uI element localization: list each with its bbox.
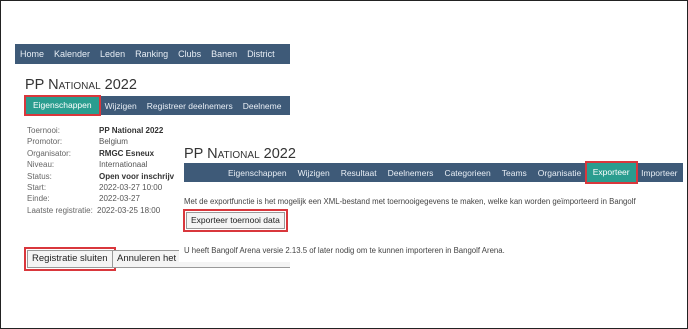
nav-ranking[interactable]: Ranking — [130, 49, 173, 59]
tab-deelnemers[interactable]: Deelnemers — [382, 168, 439, 178]
property-value: Open voor inschrijv — [99, 171, 175, 181]
property-value: RMGC Esneux — [99, 148, 155, 158]
property-row: Laatste registratie: 2022-03-25 18:00 — [27, 206, 174, 217]
properties-list: Toernooi: PP National 2022 Promotor: Belgi… — [27, 126, 174, 217]
property-key: Einde: — [27, 194, 50, 204]
tab-importeer[interactable]: Importeer — [636, 168, 683, 178]
tab-registreer-deelnemers[interactable]: Registreer deelnemers — [142, 101, 238, 111]
tab-teams[interactable]: Teams — [496, 168, 532, 178]
export-tournament-data-button[interactable]: Exporteer toernooi data — [183, 209, 288, 232]
title-prefix: PP — [184, 146, 208, 162]
nav-leden[interactable]: Leden — [95, 49, 130, 59]
property-key: Organisator: — [27, 148, 72, 158]
property-value: PP National 2022 — [99, 126, 164, 135]
title-prefix: PP — [25, 77, 49, 93]
property-key: Start: — [27, 182, 47, 192]
tab-exporteer[interactable]: Exporteer — [584, 161, 638, 184]
tab-deelnemers[interactable]: Deelneme — [238, 101, 287, 111]
property-key: Laatste registratie: — [27, 205, 93, 215]
nav-kalender[interactable]: Kalender — [49, 49, 95, 59]
page-title: PP National 2022 — [25, 77, 137, 93]
property-row: Promotor: Belgium — [27, 137, 174, 148]
nav-district[interactable]: District — [242, 49, 280, 59]
export-description: Met de exportfunctie is het mogelijk een… — [184, 197, 636, 206]
main-nav: Home Kalender Leden Ranking Clubs Banen … — [15, 44, 290, 64]
property-key: Status: — [27, 171, 52, 181]
property-row: Status: Open voor inschrijv — [27, 172, 174, 183]
title-year: 2022 — [100, 77, 137, 93]
property-key: Promotor: — [27, 137, 63, 147]
property-row: Niveau: Internationaal — [27, 160, 174, 171]
tab-eigenschappen[interactable]: Eigenschappen — [24, 95, 101, 116]
version-note: U heeft Bangolf Arena versie 2.13.5 of l… — [184, 246, 505, 255]
tournament-tabs: Eigenschappen Wijzigen Registreer deelne… — [24, 95, 290, 116]
title-name: National — [48, 77, 101, 93]
nav-banen[interactable]: Banen — [206, 49, 242, 59]
tab-wijzigen[interactable]: Wijzigen — [292, 168, 335, 178]
property-key: Toernooi: — [27, 126, 60, 135]
tab-resultaat[interactable]: Resultaat — [335, 168, 382, 178]
tab-wijzigen[interactable]: Wijzigen — [100, 101, 142, 111]
property-value: Belgium — [99, 137, 128, 147]
tab-organisatie[interactable]: Organisatie — [532, 168, 586, 178]
tournament-tabs: Eigenschappen Wijzigen Resultaat Deelnem… — [184, 161, 683, 184]
nav-clubs[interactable]: Clubs — [173, 49, 206, 59]
property-row: Toernooi: PP National 2022 — [27, 126, 174, 137]
tab-categorieen[interactable]: Categorieen — [439, 168, 496, 178]
export-panel: PP National 2022 Eigenschappen Wijzigen … — [179, 140, 683, 262]
title-year: 2022 — [259, 146, 296, 162]
property-value: 2022-03-27 10:00 — [99, 182, 163, 192]
property-value: 2022-03-25 18:00 — [97, 205, 161, 215]
property-value: Internationaal — [99, 160, 148, 170]
title-name: National — [207, 146, 260, 162]
close-registration-button[interactable]: Registratie sluiten — [24, 247, 116, 271]
property-value: 2022-03-27 — [99, 194, 140, 204]
property-row: Start: 2022-03-27 10:00 — [27, 183, 174, 194]
nav-home[interactable]: Home — [15, 49, 49, 59]
property-row: Einde: 2022-03-27 — [27, 194, 174, 205]
page-title: PP National 2022 — [184, 146, 296, 162]
property-row: Organisator: RMGC Esneux — [27, 149, 174, 160]
tab-eigenschappen[interactable]: Eigenschappen — [222, 168, 292, 178]
property-key: Niveau: — [27, 160, 55, 170]
